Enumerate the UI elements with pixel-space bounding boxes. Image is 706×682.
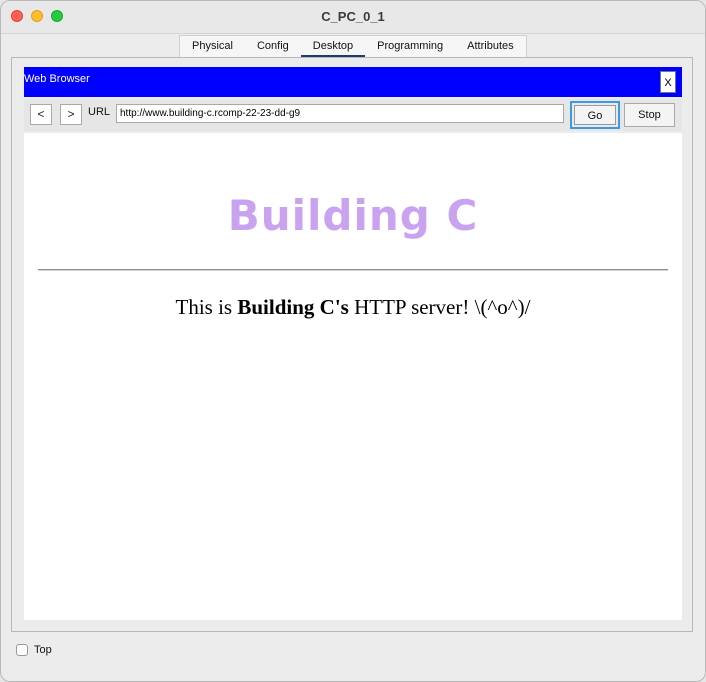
browser-page: Building C This is Building C's HTTP ser… xyxy=(24,133,682,620)
tab-desktop[interactable]: Desktop xyxy=(300,36,366,58)
top-label: Top xyxy=(34,644,52,656)
title-bar[interactable]: C_PC_0_1 xyxy=(1,1,705,34)
horizontal-rule xyxy=(38,269,668,271)
back-button[interactable]: < xyxy=(30,104,52,125)
tab-bar: Physical Config Desktop Programming Attr… xyxy=(179,35,527,58)
url-label: URL xyxy=(88,106,111,118)
web-browser-title: Web Browser xyxy=(24,73,90,85)
go-button-label: Go xyxy=(574,105,616,125)
tab-physical[interactable]: Physical xyxy=(180,36,245,58)
page-message-start: This is xyxy=(175,295,238,319)
page-message: This is Building C's HTTP server! \(^o^)… xyxy=(24,295,682,320)
footer: Top xyxy=(16,644,52,656)
page-heading: Building C xyxy=(227,191,479,240)
web-browser-header: Web Browser X xyxy=(24,67,682,97)
url-input[interactable] xyxy=(116,104,564,123)
top-checkbox[interactable] xyxy=(16,644,28,656)
window-title: C_PC_0_1 xyxy=(321,9,385,24)
stop-button[interactable]: Stop xyxy=(624,103,675,127)
tab-attributes[interactable]: Attributes xyxy=(455,36,525,58)
web-browser-close-button[interactable]: X xyxy=(660,71,676,93)
page-message-bold: Building C's xyxy=(237,295,349,319)
browser-navbar: < > URL Go Stop xyxy=(24,99,682,131)
page-message-end: HTTP server! \(^o^)/ xyxy=(348,295,531,319)
tab-programming[interactable]: Programming xyxy=(365,36,455,58)
tab-config[interactable]: Config xyxy=(245,36,301,58)
go-button[interactable]: Go xyxy=(570,101,620,129)
forward-button[interactable]: > xyxy=(60,104,82,125)
